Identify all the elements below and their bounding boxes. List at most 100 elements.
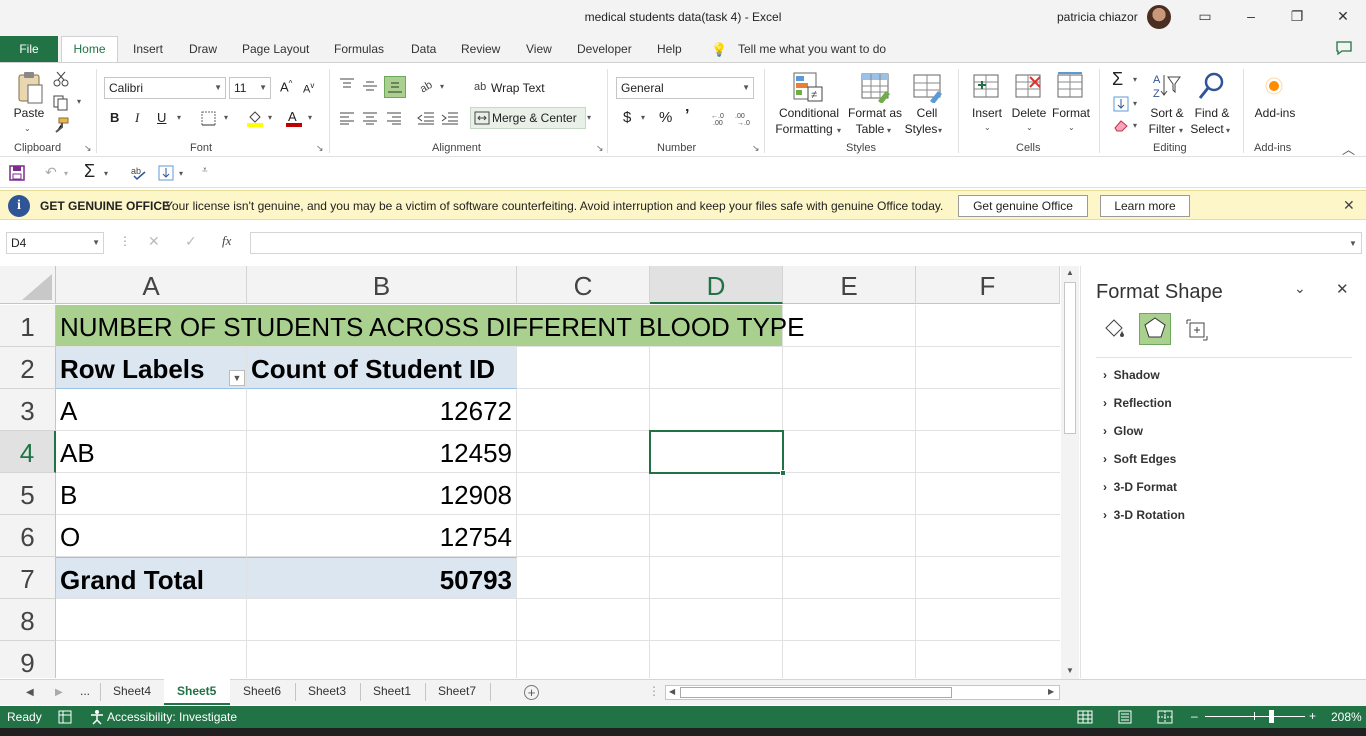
pivot-header-count[interactable]: Count of Student ID [247, 347, 517, 389]
spelling-icon[interactable]: ab [130, 165, 148, 181]
tab-view[interactable]: View [526, 42, 552, 56]
tab-file[interactable]: File [0, 36, 58, 62]
customize-qat-icon[interactable]: ⩡ [202, 165, 208, 176]
pivot-row-value[interactable]: 12459 [247, 431, 517, 473]
zoom-slider-thumb[interactable] [1269, 710, 1274, 723]
number-launcher-icon[interactable]: ↘ [752, 143, 760, 154]
selected-cell[interactable] [649, 430, 784, 474]
font-launcher-icon[interactable]: ↘ [316, 143, 324, 154]
more-sheets-button[interactable]: ... [80, 684, 90, 698]
fill-qat-icon[interactable] [158, 165, 174, 181]
cell-styles-label-2[interactable]: Styles [903, 121, 939, 137]
fill-dropdown-icon[interactable]: ▾ [1133, 99, 1137, 108]
align-right-icon[interactable] [386, 111, 402, 125]
find-select-label-2[interactable]: Select [1189, 121, 1225, 137]
page-break-view-icon[interactable] [1157, 710, 1173, 724]
column-header-e[interactable]: E [783, 266, 916, 304]
row-header-8[interactable]: 8 [0, 599, 56, 641]
add-sheet-icon[interactable]: + [524, 685, 539, 700]
paste-dropdown-icon[interactable]: ⌄ [24, 121, 31, 137]
ribbon-display-icon[interactable]: ▭ [1191, 4, 1219, 28]
increase-font-icon[interactable]: A^ [280, 79, 292, 94]
format-as-table-icon[interactable] [860, 71, 892, 103]
decrease-font-icon[interactable]: Av [303, 81, 314, 96]
fill-icon[interactable] [1113, 96, 1129, 112]
copy-dropdown-icon[interactable]: ▾ [77, 97, 81, 106]
scroll-right-icon[interactable]: ▶ [1048, 687, 1054, 696]
row-header-3[interactable]: 3 [0, 389, 56, 431]
number-format-combo[interactable]: General ▼ [616, 77, 754, 99]
fill-handle[interactable] [780, 470, 786, 476]
find-select-label-1[interactable]: Find & [1191, 105, 1233, 121]
decrease-indent-icon[interactable] [417, 111, 435, 125]
user-name[interactable]: patricia chiazor [1057, 10, 1138, 24]
clear-dropdown-icon[interactable]: ▾ [1133, 121, 1137, 130]
row-header-6[interactable]: 6 [0, 515, 56, 557]
scroll-up-icon[interactable]: ▲ [1066, 268, 1074, 277]
top-align-icon[interactable] [339, 77, 355, 91]
row-header-5[interactable]: 5 [0, 473, 56, 515]
clear-icon[interactable] [1113, 118, 1129, 132]
tab-home[interactable]: Home [61, 36, 118, 63]
tab-draw[interactable]: Draw [189, 42, 217, 56]
sheet-tab-sheet4[interactable]: Sheet4 [113, 684, 151, 698]
scroll-tabs-right-icon[interactable]: ▶ [55, 687, 63, 698]
pivot-row-label[interactable]: A [56, 389, 247, 431]
tab-insert[interactable]: Insert [133, 42, 163, 56]
increase-decimal-icon[interactable]: ←.0.00 [711, 110, 729, 126]
borders-dropdown-icon[interactable]: ▾ [224, 113, 228, 122]
page-layout-view-icon[interactable] [1117, 710, 1133, 724]
font-color-icon[interactable]: A [285, 109, 303, 127]
conditional-formatting-dropdown-icon[interactable]: ▾ [837, 126, 841, 135]
macro-record-icon[interactable] [58, 710, 72, 724]
title-cell[interactable]: NUMBER OF STUDENTS ACROSS DIFFERENT BLOO… [56, 305, 804, 347]
align-left-icon[interactable] [339, 111, 355, 125]
undo-dropdown-icon[interactable]: ▾ [64, 169, 68, 178]
copy-icon[interactable] [53, 95, 69, 111]
insert-function-button[interactable]: fx [222, 233, 231, 249]
format-as-table-dropdown-icon[interactable]: ▾ [887, 126, 891, 135]
tab-formulas[interactable]: Formulas [334, 42, 384, 56]
autosum-qat-dropdown-icon[interactable]: ▾ [104, 169, 108, 178]
tab-data[interactable]: Data [411, 42, 436, 56]
confirm-entry-icon[interactable]: ✓ [185, 233, 197, 250]
column-header-c[interactable]: C [517, 266, 650, 304]
cut-icon[interactable] [53, 71, 69, 87]
add-ins-icon[interactable] [1265, 77, 1283, 95]
comments-icon[interactable] [1335, 40, 1353, 56]
fill-qat-dropdown-icon[interactable]: ▾ [179, 169, 183, 178]
align-center-icon[interactable] [362, 111, 378, 125]
zoom-in-icon[interactable]: + [1309, 709, 1316, 723]
column-header-b[interactable]: B [247, 266, 517, 304]
conditional-formatting-label-1[interactable]: Conditional [771, 105, 847, 121]
sort-filter-label-1[interactable]: Sort & [1146, 105, 1188, 121]
merge-center-button[interactable]: Merge & Center [470, 107, 586, 129]
cell-styles-icon[interactable] [912, 71, 944, 103]
grand-total-value[interactable]: 50793 [247, 557, 517, 599]
orientation-dropdown-icon[interactable]: ▾ [440, 82, 444, 91]
column-header-a[interactable]: A [56, 266, 247, 304]
conditional-formatting-label-2[interactable]: Formatting [771, 121, 837, 137]
fill-line-icon[interactable] [1101, 316, 1127, 342]
size-properties-icon[interactable] [1185, 318, 1209, 342]
column-header-f[interactable]: F [916, 266, 1060, 304]
delete-cells-icon[interactable] [1014, 71, 1044, 103]
zoom-out-icon[interactable]: – [1191, 709, 1198, 723]
section-glow[interactable]: › Glow [1103, 424, 1143, 438]
paste-icon[interactable] [16, 71, 44, 107]
autosum-qat-icon[interactable]: Σ [84, 161, 95, 182]
merge-dropdown-icon[interactable]: ▾ [587, 113, 591, 122]
tab-review[interactable]: Review [461, 42, 500, 56]
sort-filter-label-2[interactable]: Filter [1144, 121, 1180, 137]
grand-total-label[interactable]: Grand Total [56, 557, 247, 599]
fill-color-dropdown-icon[interactable]: ▾ [268, 113, 272, 122]
format-cells-icon[interactable] [1056, 71, 1086, 103]
tab-split-handle-icon[interactable]: ⋮ [648, 684, 660, 698]
close-message-icon[interactable]: ✕ [1343, 197, 1355, 214]
pivot-row-value[interactable]: 12754 [247, 515, 517, 557]
font-size-combo[interactable]: 11 ▼ [229, 77, 271, 99]
find-select-dropdown-icon[interactable]: ▾ [1226, 126, 1230, 135]
add-ins-button[interactable]: Add-ins [1250, 105, 1300, 121]
sort-filter-dropdown-icon[interactable]: ▾ [1179, 126, 1183, 135]
close-window-icon[interactable]: ✕ [1329, 4, 1357, 28]
